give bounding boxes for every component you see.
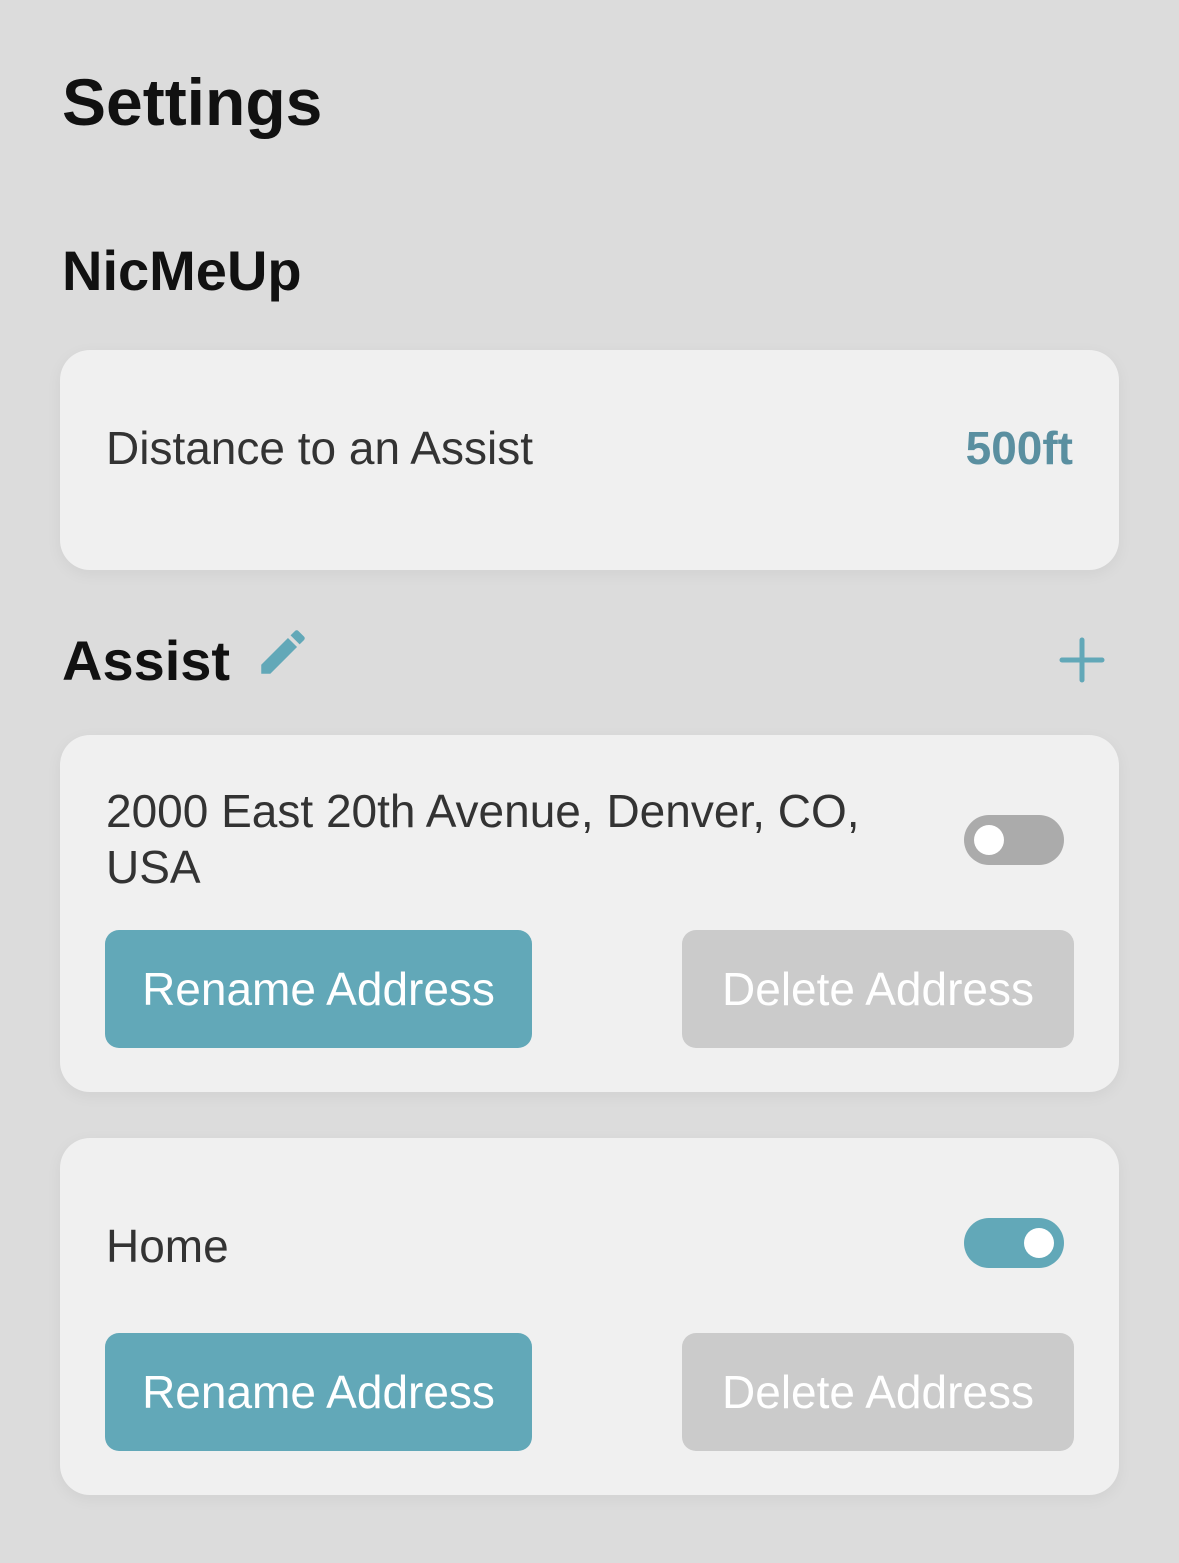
delete-address-button[interactable]: Delete Address bbox=[682, 930, 1074, 1048]
address-toggle[interactable] bbox=[964, 1218, 1064, 1268]
assist-header: Assist bbox=[62, 626, 312, 696]
distance-label: Distance to an Assist bbox=[106, 422, 533, 474]
address-name: Home bbox=[106, 1220, 229, 1272]
address-name: 2000 East 20th Avenue, Denver, CO, USA bbox=[106, 785, 860, 893]
address-card: Home Rename Address Delete Address bbox=[60, 1138, 1119, 1495]
section-title-nicmeup: NicMeUp bbox=[62, 239, 302, 302]
plus-icon[interactable] bbox=[1058, 636, 1106, 684]
address-card: 2000 East 20th Avenue, Denver, CO, USA R… bbox=[60, 735, 1119, 1092]
address-toggle[interactable] bbox=[964, 815, 1064, 865]
pencil-icon[interactable] bbox=[254, 623, 312, 681]
rename-address-button[interactable]: Rename Address bbox=[105, 930, 532, 1048]
page-title: Settings bbox=[62, 65, 323, 139]
toggle-knob bbox=[974, 825, 1004, 855]
delete-address-button[interactable]: Delete Address bbox=[682, 1333, 1074, 1451]
section-title-assist: Assist bbox=[62, 629, 231, 692]
rename-address-button[interactable]: Rename Address bbox=[105, 1333, 532, 1451]
distance-value[interactable]: 500ft bbox=[966, 420, 1073, 476]
toggle-knob bbox=[1024, 1228, 1054, 1258]
